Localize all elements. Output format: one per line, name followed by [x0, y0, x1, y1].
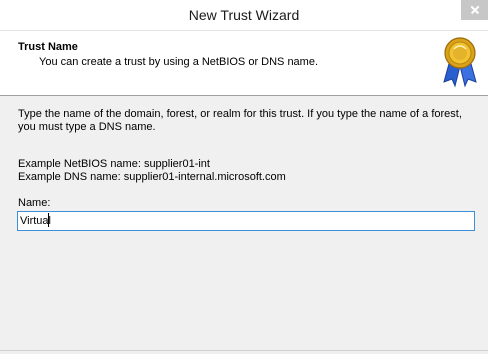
page-title: Trust Name — [18, 41, 78, 53]
name-input[interactable] — [17, 211, 475, 231]
text-caret — [48, 213, 49, 227]
divider — [0, 350, 488, 351]
name-input-value: Virtual — [20, 215, 51, 227]
wizard-header: Trust Name You can create a trust by usi… — [0, 30, 488, 96]
example-netbios-text: Example NetBIOS name: supplier01-int — [18, 158, 210, 170]
page-subtitle: You can create a trust by using a NetBIO… — [39, 56, 319, 68]
award-ribbon-icon — [443, 37, 477, 88]
window-title: New Trust Wizard — [188, 7, 300, 23]
close-button[interactable] — [461, 0, 488, 20]
title-bar: New Trust Wizard — [0, 0, 488, 30]
instructions-text: Type the name of the domain, forest, or … — [18, 108, 462, 133]
example-dns-text: Example DNS name: supplier01-internal.mi… — [18, 171, 286, 183]
name-label: Name: — [18, 197, 51, 209]
